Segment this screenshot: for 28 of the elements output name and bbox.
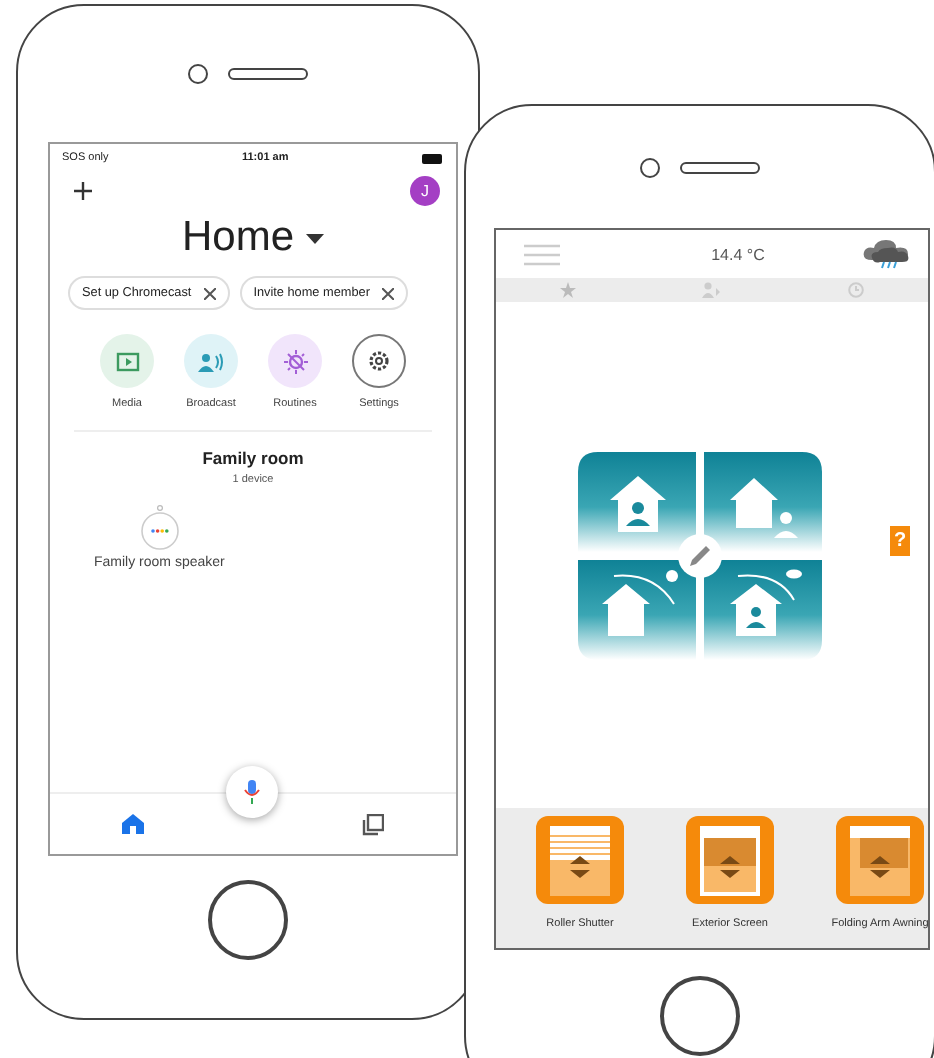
battery-icon xyxy=(421,153,444,163)
add-icon[interactable] xyxy=(74,182,92,200)
close-icon[interactable] xyxy=(381,287,394,299)
sun-icon xyxy=(283,349,307,373)
home-tab[interactable] xyxy=(122,814,144,834)
shortcut-button[interactable] xyxy=(352,334,406,388)
close-icon[interactable] xyxy=(203,287,216,299)
home-key[interactable] xyxy=(208,880,288,960)
shortcut-button[interactable] xyxy=(268,334,322,388)
settings-icon xyxy=(368,350,390,372)
star-icon[interactable] xyxy=(559,282,576,298)
broadcast-icon xyxy=(198,351,224,371)
home-key[interactable] xyxy=(660,976,740,1056)
library-tab[interactable] xyxy=(362,813,384,835)
camera-icon xyxy=(640,157,660,177)
mic-button[interactable] xyxy=(226,766,278,818)
speaker-slot xyxy=(228,68,308,80)
temperature-text: 14.4 °C xyxy=(711,245,765,263)
play-screen-icon xyxy=(115,351,139,371)
room-name: Family room xyxy=(202,448,304,468)
caret-icon[interactable] xyxy=(306,233,325,243)
home-title: Home xyxy=(181,214,295,262)
scene-grid-drawing[interactable] xyxy=(578,451,822,659)
camera-icon xyxy=(188,64,208,84)
speaker-slot xyxy=(680,161,760,173)
rain-cloud-icon xyxy=(860,238,912,270)
mic-icon xyxy=(244,780,260,804)
avatar-button[interactable]: J xyxy=(410,176,440,206)
